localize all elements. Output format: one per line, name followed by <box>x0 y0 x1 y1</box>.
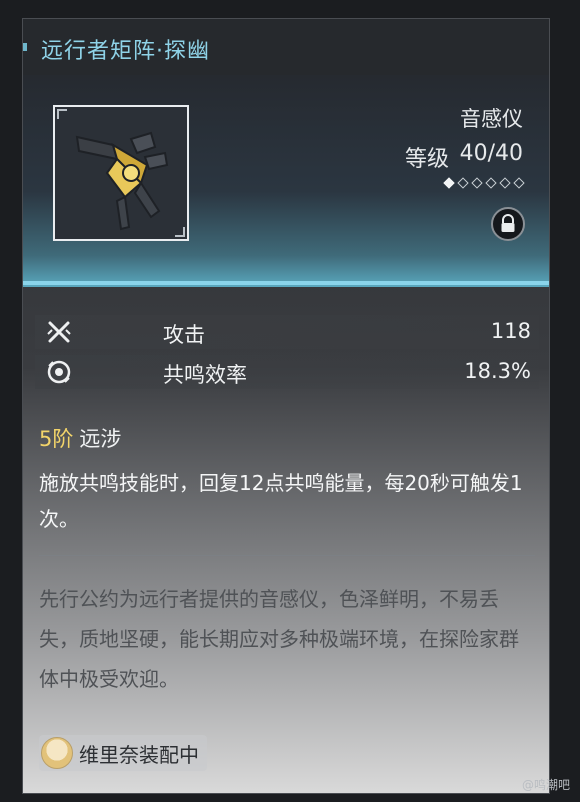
stat-row-attack: 攻击 118 <box>35 315 539 349</box>
equipped-badge[interactable]: 维里奈装配中 <box>39 735 207 771</box>
rank-diamond-icon <box>457 177 469 189</box>
stat-name: 攻击 <box>163 323 205 347</box>
attack-icon <box>47 321 71 343</box>
passive-rank: 5阶 <box>39 427 74 451</box>
lock-button[interactable] <box>491 207 525 241</box>
stat-row-background <box>35 315 539 349</box>
rank-diamond-icon <box>443 177 455 189</box>
rectifier-weapon-icon <box>75 131 169 231</box>
frame-corner-icon <box>175 227 185 237</box>
weapon-name: 远行者矩阵·探幽 <box>41 39 210 64</box>
weapon-thumbnail <box>53 105 189 241</box>
passive-name: 远涉 <box>79 427 122 451</box>
character-avatar <box>41 737 73 769</box>
stat-name: 共鸣效率 <box>163 363 247 387</box>
energy-regen-icon <box>47 360 71 384</box>
stat-row-energy-regen: 共鸣效率 18.3% <box>35 355 539 389</box>
rank-diamond-icon <box>471 177 483 189</box>
title-accent-mark <box>23 43 27 51</box>
rank-diamond-icon <box>513 177 525 189</box>
weapon-lore: 先行公约为远行者提供的音感仪，色泽鲜明，不易丢失，质地坚硬，能长期应对多种极端环… <box>39 587 519 691</box>
hero-accent-line <box>23 281 549 285</box>
rank-diamond-icon <box>499 177 511 189</box>
lock-icon <box>501 214 515 232</box>
passive-description: 施放共鸣技能时，回复12点共鸣能量，每20秒可触发1次。 <box>39 471 523 531</box>
source-watermark: @鸣潮吧 <box>521 778 570 792</box>
rank-diamond-icon <box>485 177 497 189</box>
section-divider <box>39 555 535 556</box>
passive-title: 5阶 远涉 <box>39 423 121 453</box>
level-label: 等级 <box>404 147 449 172</box>
weapon-detail-panel: 远行者矩阵·探幽 音感仪 等级 40/40 攻击 118 共鸣效率 18.3% … <box>22 18 550 794</box>
stat-value: 118 <box>490 319 531 343</box>
weapon-type: 音感仪 <box>460 107 523 131</box>
refinement-rank-indicator <box>443 177 525 189</box>
title-bar: 远行者矩阵·探幽 <box>23 19 549 75</box>
frame-corner-icon <box>57 109 67 119</box>
equipped-label: 维里奈装配中 <box>79 742 199 767</box>
stat-value: 18.3% <box>464 359 531 383</box>
level-value: 40/40 <box>459 141 523 166</box>
